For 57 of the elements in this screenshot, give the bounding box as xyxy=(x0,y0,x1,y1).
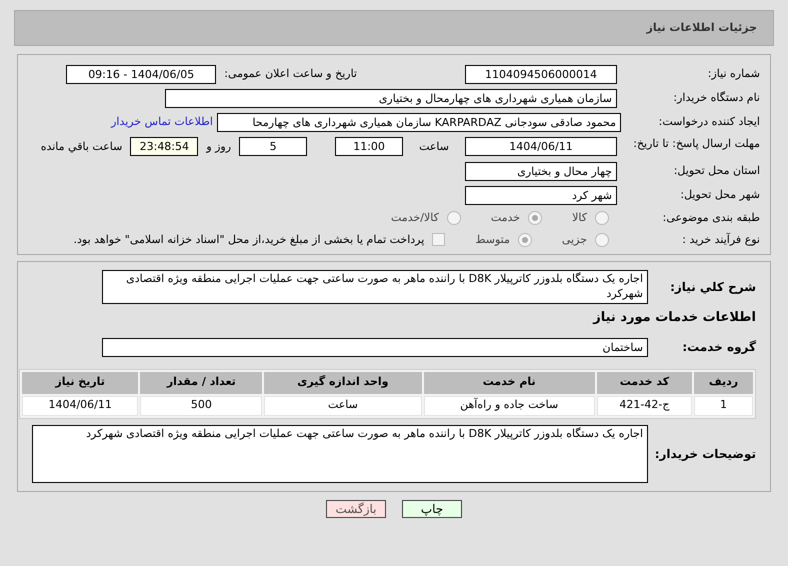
text-field[interactable]: 1404/06/11 xyxy=(465,137,617,156)
remaining-label: ساعت باقي مانده xyxy=(40,139,122,155)
field-label: نام دستگاه خریدار: xyxy=(672,90,760,106)
text-field[interactable]: 1404/06/05 - 09:16 xyxy=(66,65,216,84)
column-header: کد خدمت xyxy=(596,372,692,394)
checkbox-label: پرداخت تمام یا بخشی از مبلغ خرید،از محل "اسناد خزانه اسلامی" خواهد بود. xyxy=(74,232,424,248)
radio-label: جزیی xyxy=(562,232,587,248)
text-field[interactable]: 5 xyxy=(239,137,308,156)
radio-label: کالا xyxy=(572,210,587,226)
column-header: نام خدمت xyxy=(424,372,595,394)
field-label: توضیحات خریدار: xyxy=(656,446,756,462)
column-header: تاریخ نیاز xyxy=(22,372,138,394)
field-label: طبقه بندی موضوعی: xyxy=(662,210,760,226)
field-label: مهلت ارسال پاسخ: تا تاریخ: xyxy=(632,137,760,151)
field-label: شماره نیاز: xyxy=(706,66,760,82)
page-title: جزئیات اطلاعات نیاز xyxy=(646,20,757,36)
table-cell: 1404/06/11 xyxy=(22,396,138,416)
text-field[interactable]: 11:00 xyxy=(335,137,404,156)
table-cell: ساخت جاده و راه‌آهن xyxy=(424,396,595,416)
radio-button[interactable] xyxy=(595,232,609,247)
back-button[interactable]: بازگشت xyxy=(326,500,386,518)
radio-button[interactable] xyxy=(518,232,532,247)
notes-textarea[interactable]: اجاره یک دستگاه بلدوزر کاترپیلار D8K با راننده ماهر به صورت ساعتی جهت عملیات اجرایی منطقه ویژه اقتصادی شهرکرد xyxy=(32,424,648,482)
radio-label: کالا/خدمت xyxy=(391,210,439,226)
table-cell: ساعت xyxy=(264,396,422,416)
field-label: شهر محل تحویل: xyxy=(679,187,760,204)
radio-label: متوسط xyxy=(475,232,510,248)
text-field[interactable]: محمود صادقی سودجانی KARPARDAZ سازمان همیاری شهرداری های چهارمحا xyxy=(217,113,621,132)
table-cell: 1 xyxy=(694,396,753,416)
column-header: تعداد / مقدار xyxy=(140,372,262,394)
countdown-field[interactable]: 23:48:54 xyxy=(130,137,198,156)
days-label: روز و xyxy=(206,139,232,155)
section-heading: اطلاعات خدمات مورد نیاز xyxy=(592,309,756,327)
field-label: نوع فرآیند خرید : xyxy=(681,232,760,248)
field-label: گروه خدمت: xyxy=(681,339,756,356)
contact-link[interactable]: اطلاعات تماس خریدار xyxy=(111,114,213,131)
radio-button[interactable] xyxy=(595,211,609,226)
radio-label: خدمت xyxy=(490,210,520,226)
field-label: ایجاد کننده درخواست: xyxy=(658,114,760,130)
column-header: ردیف xyxy=(694,372,753,394)
text-field[interactable]: شهر کرد xyxy=(465,186,617,205)
field-label: استان محل تحویل: xyxy=(672,163,760,180)
table-cell: 500 xyxy=(140,396,262,416)
checkbox[interactable] xyxy=(432,233,446,246)
text-field[interactable]: چهار محال و بختیاری xyxy=(465,162,617,181)
field-label: شرح کلي نياز: xyxy=(669,279,756,296)
column-header: واحد اندازه گیری xyxy=(264,372,422,394)
text-field[interactable]: سازمان همیاری شهرداری های چهارمحال و بختیاری xyxy=(165,89,617,108)
radio-button[interactable] xyxy=(446,211,461,226)
text-field[interactable]: 1104094506000014 xyxy=(465,65,617,84)
field-label: تاریخ و ساعت اعلان عمومی: xyxy=(224,66,357,82)
radio-button[interactable] xyxy=(528,211,542,226)
summary-textarea[interactable]: اجاره یک دستگاه بلدوزر کاترپیلار D8K با راننده ماهر به صورت ساعتی جهت عملیات اجرایی منطقه ویژه اقتصادی شهرکرد xyxy=(102,270,648,304)
time-label: ساعت xyxy=(419,139,449,155)
table-cell: ج-42-421 xyxy=(596,396,692,416)
text-field[interactable]: ساختمان xyxy=(102,338,648,356)
print-button[interactable]: چاپ xyxy=(402,500,462,518)
